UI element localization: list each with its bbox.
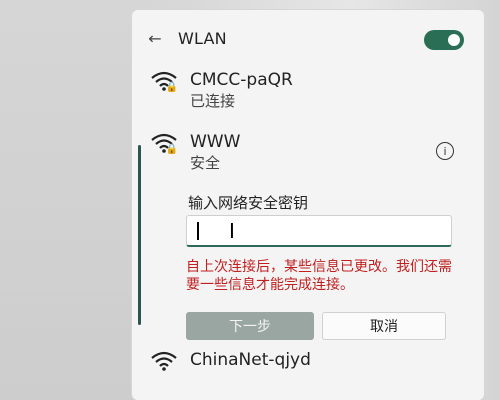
mouse-ibeam-cursor-icon: I — [229, 219, 235, 243]
wlan-toggle[interactable] — [424, 30, 464, 50]
lock-icon: 🔒 — [165, 82, 178, 93]
next-button[interactable]: 下一步 — [186, 312, 314, 340]
error-message: 自上次连接后，某些信息已更改。我们还需要一些信息才能完成连接。 — [186, 259, 452, 293]
wifi-icon — [150, 350, 178, 372]
cancel-button[interactable]: 取消 — [322, 312, 446, 340]
network-item-cmcc[interactable]: 🔒 CMCC-paQR 已连接 — [150, 70, 293, 110]
screen-background: ← WLAN 🔒 CMCC-paQR 已连接 🔒 WWW 安全 i 输入网络安全… — [0, 0, 500, 400]
network-status: 已连接 — [190, 92, 236, 110]
security-key-input[interactable]: I — [186, 215, 452, 247]
network-item-www[interactable]: 🔒 WWW 安全 — [150, 132, 240, 172]
back-arrow-icon[interactable]: ← — [146, 29, 164, 48]
desktop-left-area — [0, 0, 135, 400]
selected-network-accent — [138, 145, 141, 325]
wlan-title: WLAN — [178, 28, 227, 48]
network-status: 安全 — [190, 154, 221, 172]
wlan-header: ← WLAN — [146, 26, 227, 50]
wlan-flyout: ← WLAN 🔒 CMCC-paQR 已连接 🔒 WWW 安全 i 输入网络安全… — [132, 10, 484, 400]
network-name: ChinaNet-qjyd — [190, 350, 311, 370]
wifi-secured-icon: 🔒 — [150, 70, 178, 93]
wifi-secured-icon: 🔒 — [150, 132, 178, 155]
security-key-prompt: 输入网络安全密钥 — [188, 194, 309, 212]
network-name: CMCC-paQR — [190, 70, 293, 90]
info-icon[interactable]: i — [436, 142, 454, 160]
network-item-chinanet[interactable]: ChinaNet-qjyd — [150, 350, 311, 372]
lock-icon: 🔒 — [165, 144, 178, 155]
text-caret — [197, 222, 199, 240]
network-name: WWW — [190, 132, 241, 152]
